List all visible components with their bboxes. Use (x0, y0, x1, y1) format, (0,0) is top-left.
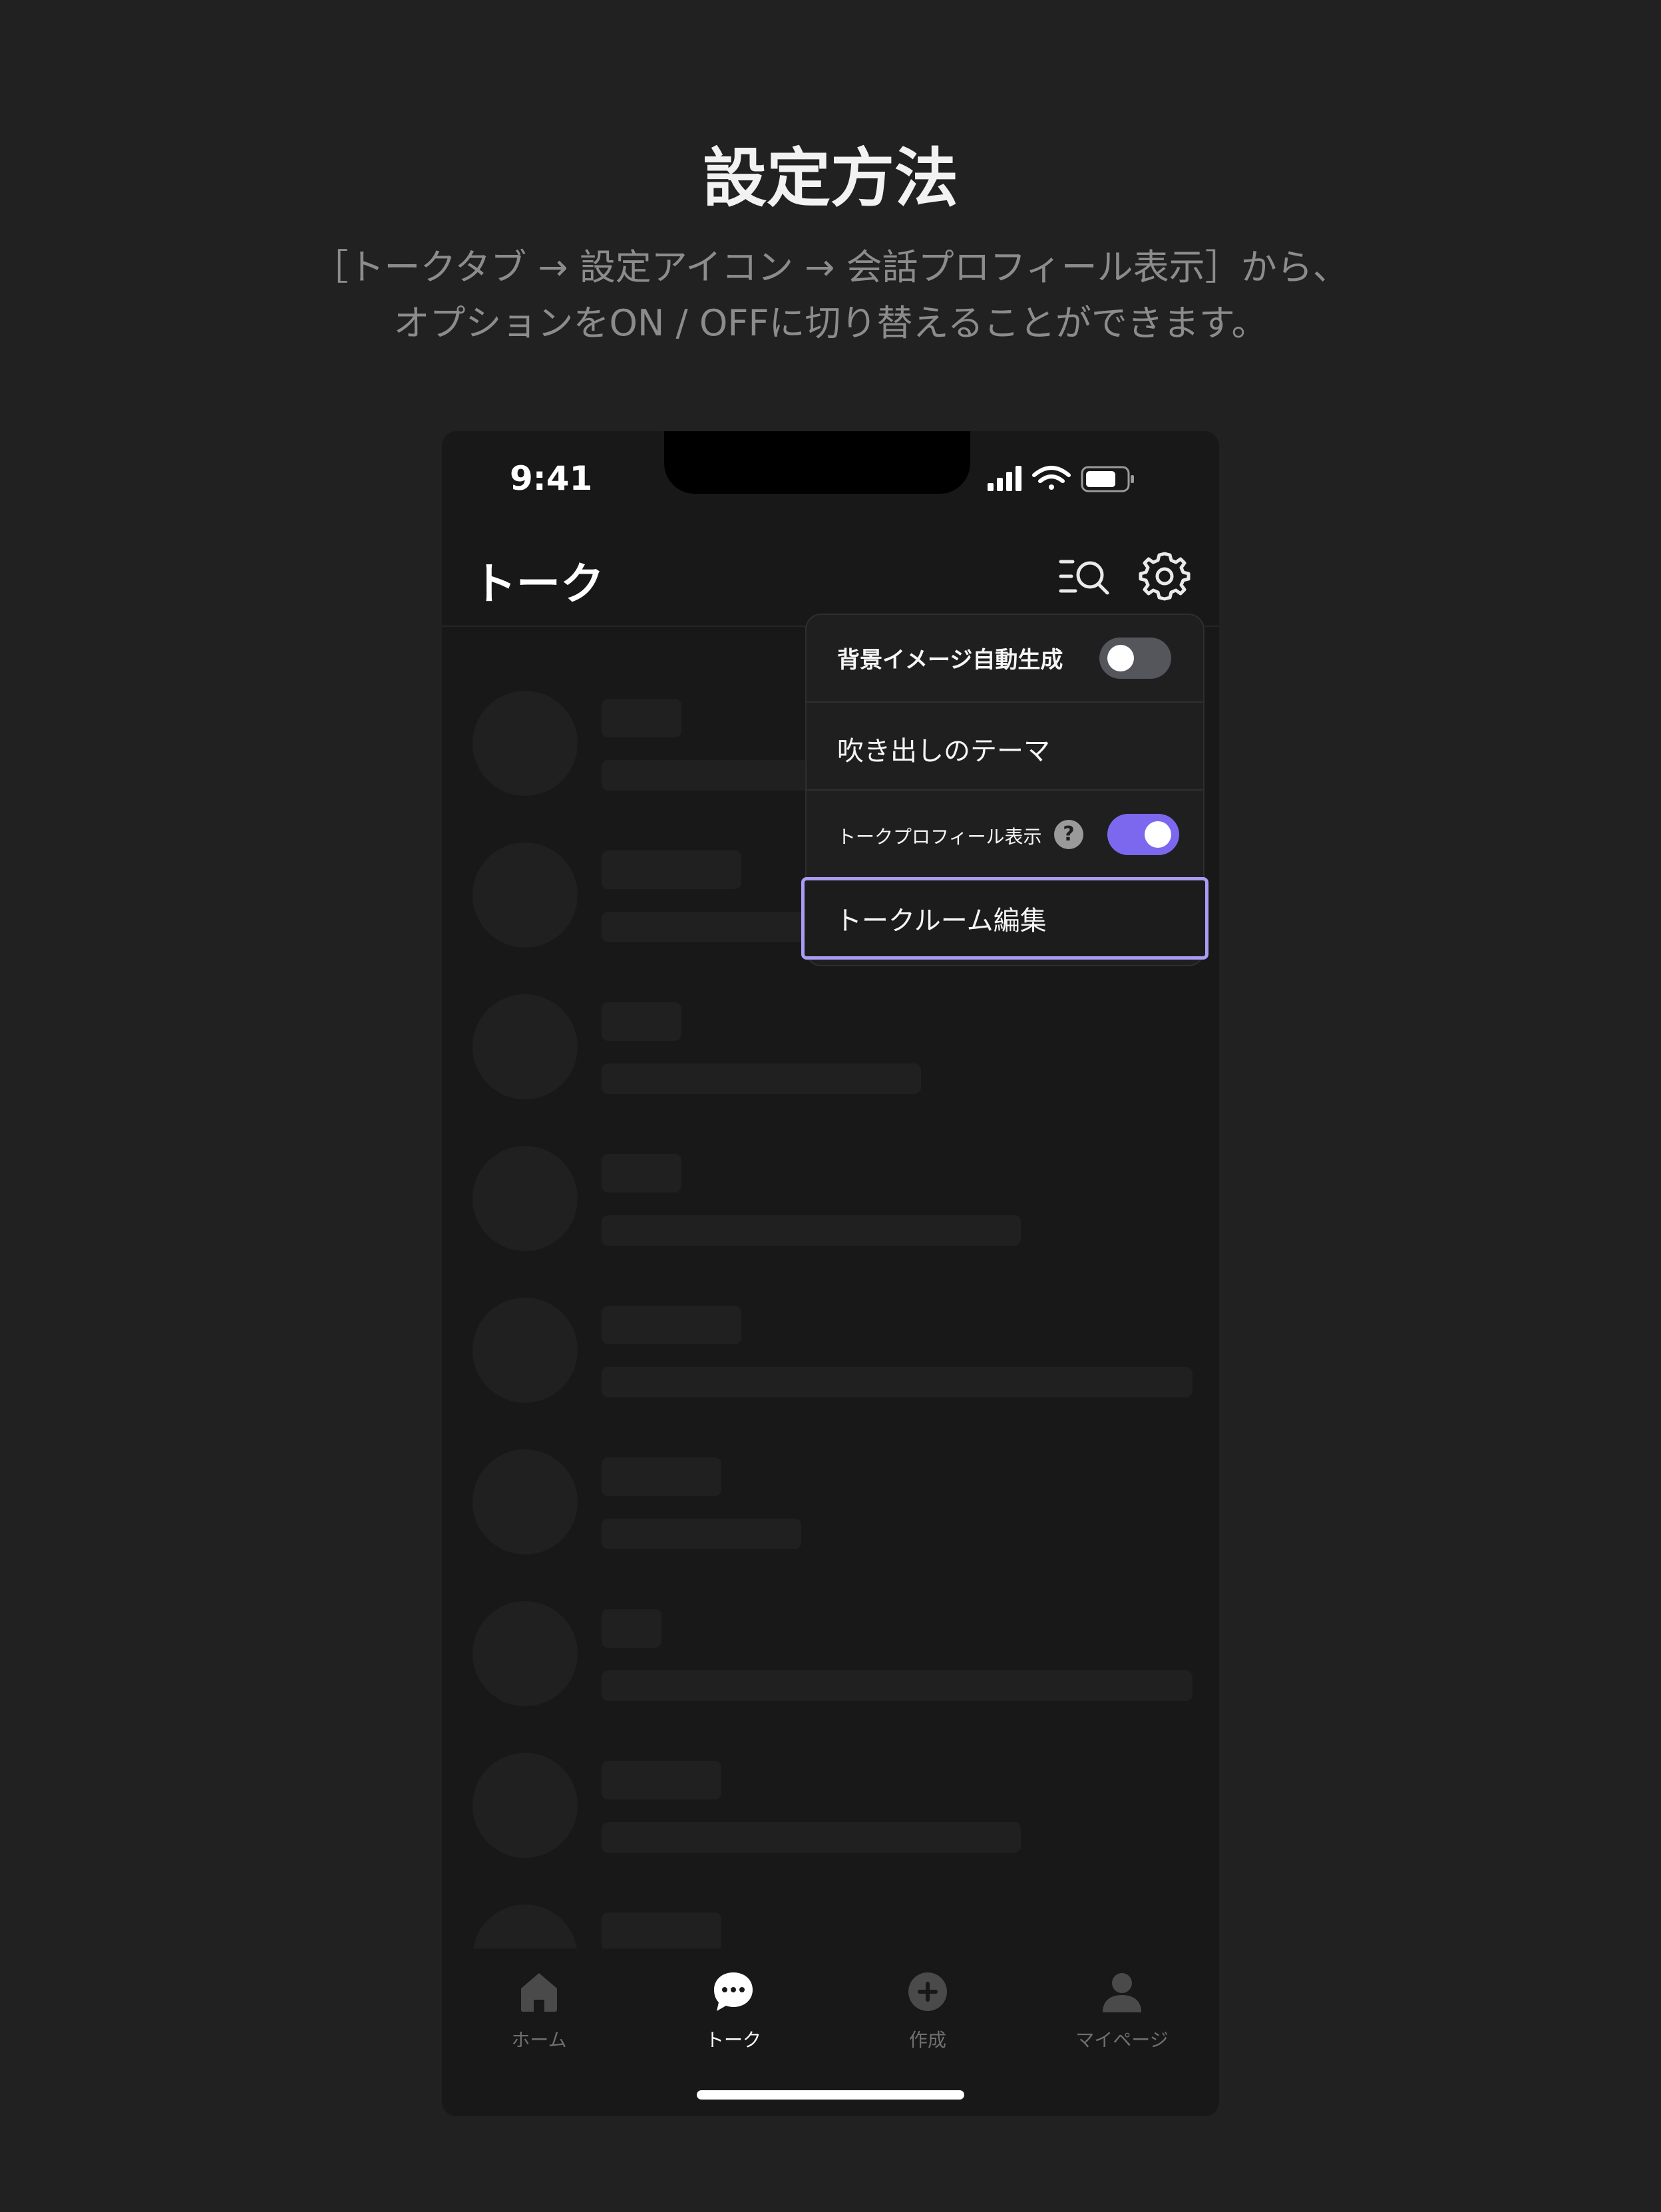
guide-subtitle-line-2: オプションをON / OFFに切り替えることができます。 (393, 302, 1268, 344)
toggle-knob (1145, 821, 1171, 848)
avatar-placeholder (472, 994, 578, 1099)
tab-home[interactable]: ホーム (442, 1968, 636, 2068)
name-placeholder (602, 1761, 721, 1799)
signal-icon (988, 466, 1021, 491)
tab-label: 作成 (908, 2029, 946, 2051)
settings-dropdown-menu: 背景イメージ自動生成 吹き出しのテーマ トークプロフィール表示 ? トークルーム… (801, 614, 1208, 966)
tab-talk[interactable]: トーク (636, 1968, 830, 2068)
message-placeholder (602, 1215, 1021, 1246)
tab-label: トーク (705, 2029, 761, 2051)
avatar-placeholder (472, 1449, 578, 1555)
battery-icon (1081, 466, 1134, 492)
search-list-icon[interactable] (1057, 548, 1113, 604)
name-placeholder (602, 1002, 681, 1041)
avatar-placeholder (472, 842, 578, 948)
message-placeholder (602, 1367, 1193, 1397)
avatar-placeholder (472, 1298, 578, 1403)
status-icons (988, 466, 1134, 492)
list-item (442, 1275, 1219, 1427)
list-item (442, 1123, 1219, 1275)
home-icon (521, 1973, 557, 2012)
name-placeholder (602, 850, 741, 889)
plus-circle-icon (908, 1972, 947, 2011)
avatar-placeholder (472, 1601, 578, 1706)
gear-icon[interactable] (1137, 548, 1193, 604)
message-placeholder (602, 1822, 1021, 1853)
avatar-placeholder (472, 691, 578, 796)
menu-item-label: トークルーム編集 (835, 906, 1047, 936)
name-placeholder (602, 1913, 721, 1951)
home-indicator[interactable] (697, 2090, 964, 2100)
menu-item-talk-profile-display[interactable]: トークプロフィール表示 ? (807, 791, 1203, 878)
tab-label: マイページ (1075, 2029, 1169, 2051)
avatar-placeholder (472, 1146, 578, 1251)
chat-bubble-icon (714, 1972, 753, 2011)
status-time: 9:41 (510, 459, 593, 498)
message-placeholder (602, 1063, 921, 1094)
avatar-placeholder (472, 1753, 578, 1858)
guide-heading: 設定方法 (703, 141, 958, 216)
tab-label: ホーム (511, 2029, 567, 2051)
list-item (442, 1578, 1219, 1730)
phone-screen: 9:41 トーク 背景イメージ自動生成 吹き出しのテーマ トークプロフィール表示… (442, 431, 1219, 2116)
message-placeholder (602, 1519, 801, 1549)
toggle-knob (1107, 645, 1134, 671)
name-placeholder (602, 699, 681, 737)
list-item (442, 1427, 1219, 1578)
menu-item-bubble-theme[interactable]: 吹き出しのテーマ (807, 703, 1203, 791)
wifi-icon (1032, 466, 1071, 490)
menu-item-talk-room-edit[interactable]: トークルーム編集 (801, 877, 1208, 960)
page-title: トーク (472, 558, 604, 610)
background-auto-generate-toggle[interactable] (1099, 638, 1171, 679)
guide-subtitle: ［トークタブ → 設定アイコン → 会話プロフィール表示］から、 オプションをO… (0, 240, 1661, 351)
menu-item-label: トークプロフィール表示 (837, 826, 1042, 848)
list-item (442, 1730, 1219, 1882)
name-placeholder (602, 1154, 681, 1193)
name-placeholder (602, 1457, 721, 1496)
person-icon (1103, 1973, 1141, 2012)
help-icon[interactable]: ? (1054, 820, 1083, 849)
name-placeholder (602, 1306, 741, 1344)
list-item (442, 972, 1219, 1123)
name-placeholder (602, 1609, 661, 1648)
tab-mypage[interactable]: マイページ (1025, 1968, 1219, 2068)
menu-item-label: 吹き出しのテーマ (837, 736, 1050, 767)
menu-item-label: 背景イメージ自動生成 (837, 647, 1063, 673)
message-placeholder (602, 1670, 1193, 1701)
phone-notch (664, 431, 970, 494)
talk-profile-display-toggle[interactable] (1107, 814, 1179, 855)
menu-item-background-auto-generate[interactable]: 背景イメージ自動生成 (807, 615, 1203, 703)
guide-subtitle-line-1: ［トークタブ → 設定アイコン → 会話プロフィール表示］から、 (312, 246, 1349, 288)
tab-create[interactable]: 作成 (830, 1968, 1025, 2068)
